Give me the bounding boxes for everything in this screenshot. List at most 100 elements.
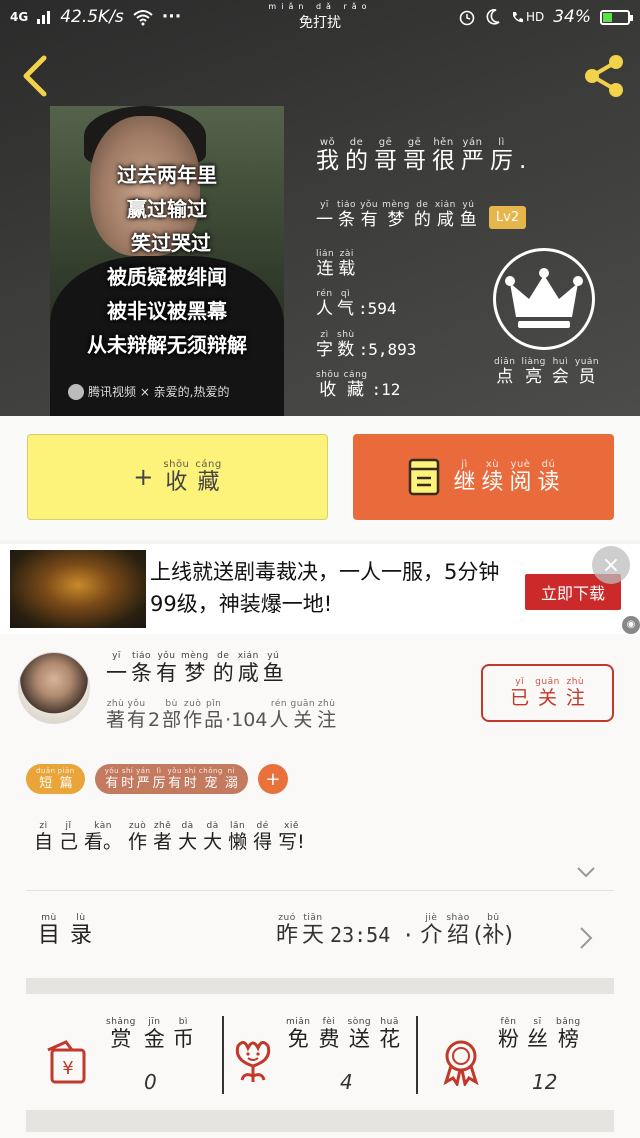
svg-text:¥: ¥: [62, 1058, 73, 1079]
cover-line: 过去两年里: [117, 163, 217, 187]
char-with-pinyin: shōu 收: [163, 460, 189, 494]
reward-fans-ranking[interactable]: fěn 粉 sī 丝 bǎng 榜 12: [418, 1006, 614, 1116]
hanzi-text: 咸: [237, 661, 259, 685]
pinyin-text: lù: [76, 913, 86, 923]
author-card: yī 一 tiáo 条 yǒu 有 mèng 梦 de 的 xián 咸 yú 鱼 zhù 著 yǒu 有 2b…: [0, 634, 640, 1138]
reward-coins[interactable]: ¥ shǎng 赏 jīn 金 bì 币 0: [26, 1006, 222, 1116]
char-with-pinyin: qì 气: [337, 290, 354, 318]
pinyin-text: yán: [136, 767, 151, 775]
hanzi-text: 会: [551, 367, 569, 387]
pinyin-text: bǎng: [556, 1017, 581, 1027]
hanzi-text: 己: [59, 831, 79, 853]
cover-line: 笑过哭过: [131, 231, 211, 255]
hanzi-text: 的: [345, 148, 368, 174]
char-with-pinyin: zhù 注: [566, 678, 585, 708]
pinyin-text: yú: [267, 651, 280, 661]
toc-label[interactable]: mù 目 lù 录: [38, 914, 92, 947]
pinyin-text: zuó: [278, 913, 296, 923]
pinyin-text: miǎn: [286, 1017, 311, 1027]
book-intro[interactable]: zì 自 jǐ 己 kàn 看。 zuò 作 zhě 者 dà 大 dà 大 lǎn 懒 dé 得 xiě 写!: [34, 822, 305, 852]
char-with-pinyin: shù 数: [337, 331, 355, 359]
char-with-pinyin: zuò 作: [128, 822, 147, 852]
char-with-pinyin: yuè 阅: [510, 460, 532, 494]
tag-theme[interactable]: yǒu 有 shí 时 yán 严 lì 厉 yǒu 有 shí 时 chǒng 宠 nì 溺: [94, 764, 248, 794]
hanzi-text: 梦: [184, 661, 206, 685]
cover-line: 被质疑被绯闻: [107, 265, 227, 289]
share-button[interactable]: [580, 52, 628, 100]
hanzi-text: 部: [162, 709, 182, 731]
pinyin-text: pǐn: [205, 699, 222, 709]
pinyin-text: gē: [378, 137, 393, 148]
author-avatar[interactable]: [18, 652, 90, 724]
ad-close-button[interactable]: ×: [592, 546, 630, 584]
hanzi-text: 关: [537, 687, 557, 709]
ad-text[interactable]: 上线就送剧毒裁决，一人一服，5分钟99级，神装爆一地!: [150, 556, 510, 620]
hanzi-text: 一: [316, 210, 333, 230]
pinyin-text: yǒu: [104, 767, 120, 775]
vip-button[interactable]: [493, 248, 595, 350]
add-tag-button[interactable]: +: [257, 764, 288, 794]
status-bar: 4G 42.5K/s ··· miǎn dǎ rǎo 免打扰 HD 34%: [0, 0, 640, 34]
book-status: lián 连 zài 载: [316, 250, 355, 278]
toc-latest[interactable]: zuó 昨 tiān 天 23:54 · jiè 介 shào 绍 bǔ (补): [276, 913, 513, 948]
collect-button[interactable]: + shōu 收 cáng 藏: [27, 434, 328, 520]
pinyin-text: zì: [320, 330, 329, 340]
pinyin-text: mù: [41, 913, 57, 923]
char-with-pinyin: lì 厉: [153, 768, 166, 791]
hanzi-text: 币: [172, 1027, 194, 1051]
hanzi-text: 看。: [84, 831, 123, 853]
hanzi-text: 条: [131, 661, 152, 685]
author-name[interactable]: yī 一 tiáo 条 yǒu 有 mèng 梦 de 的 xián 咸 yú 鱼: [106, 652, 284, 684]
hanzi-text: 继: [453, 470, 476, 495]
follow-button[interactable]: yǐ 已 guān 关 zhù 注: [481, 664, 614, 722]
hanzi-text: 注: [317, 709, 337, 731]
char-with-pinyin: sòng 送: [348, 1018, 372, 1050]
pinyin-text: shǎng: [106, 1017, 136, 1027]
pinyin-text: dà: [206, 821, 219, 831]
reward-label: shǎng 赏 jīn 金 bì 币: [106, 1018, 194, 1050]
char-with-pinyin: dé 得: [253, 822, 272, 852]
section-gap: [26, 978, 614, 994]
hanzi-text: 关: [293, 709, 313, 731]
pinyin-text: lǎn: [230, 821, 246, 831]
char-with-pinyin: chǒng 宠: [198, 767, 223, 791]
char-with-pinyin: yǒu 有: [360, 201, 378, 229]
char-with-pinyin: jīn 金: [144, 1018, 165, 1050]
ad-banner[interactable]: 上线就送剧毒裁决，一人一服，5分钟99级，神装爆一地! 立即下载: [0, 544, 640, 634]
pinyin-text: chǒng: [198, 767, 223, 775]
book-author[interactable]: yī 一 tiáo 条 yǒu 有 mèng 梦 de 的 xián 咸 yú 鱼 Lv2: [316, 200, 527, 230]
tag-list: duǎn 短 piān 篇 yǒu 有 shí 时 yán 严 lì 厉 yǒu 有 shí 时 chǒng 宠…: [26, 764, 288, 794]
pinyin-text: yī: [112, 651, 121, 661]
ad-image[interactable]: [10, 550, 146, 628]
plus-icon: +: [133, 463, 154, 491]
char-with-pinyin: de 的: [213, 652, 234, 684]
char-with-pinyin: bì 币: [173, 1018, 194, 1050]
hanzi-text: 条: [338, 210, 356, 230]
battery-icon: [600, 9, 633, 25]
hanzi-text: 送: [348, 1027, 370, 1051]
char-with-pinyin: duǎn 短: [36, 768, 56, 791]
pinyin-text: lì: [498, 137, 505, 148]
hanzi-text: (补): [473, 923, 513, 948]
hanzi-text: 金: [143, 1027, 165, 1051]
pinyin-text: yǐ: [515, 677, 525, 687]
char-with-pinyin: lián 连: [316, 250, 334, 278]
tag-short[interactable]: duǎn 短 piān 篇: [26, 764, 85, 794]
reward-flowers[interactable]: miǎn 免 fèi 费 sòng 送 huā 花 4: [224, 1006, 416, 1116]
back-button[interactable]: [14, 52, 58, 100]
book-cover[interactable]: 过去两年里 赢过输过 笑过哭过 被质疑被绯闻 被非议被黑幕 从未辩解无须辩解 腾讯视频 ×…: [50, 106, 284, 416]
pinyin-text: fěn: [500, 1017, 517, 1027]
char-with-pinyin: mèng 梦: [382, 201, 410, 229]
char-with-pinyin: sī 丝: [527, 1018, 548, 1050]
pinyin-text: rén: [316, 289, 333, 299]
continue-reading-button[interactable]: jì 继 xù 续 yuè 阅 dú 读: [353, 434, 614, 520]
char-with-pinyin: zhù 注: [317, 700, 336, 730]
char-with-pinyin: .: [519, 138, 526, 173]
chevron-down-icon[interactable]: [576, 866, 596, 878]
hanzi-text: 有: [360, 210, 378, 230]
pinyin-text: de: [416, 200, 429, 210]
char-with-pinyin: nì 溺: [225, 768, 238, 791]
chevron-right-icon[interactable]: [578, 926, 594, 950]
hanzi-text: 人: [269, 709, 289, 731]
hanzi-text: 2: [148, 709, 161, 731]
